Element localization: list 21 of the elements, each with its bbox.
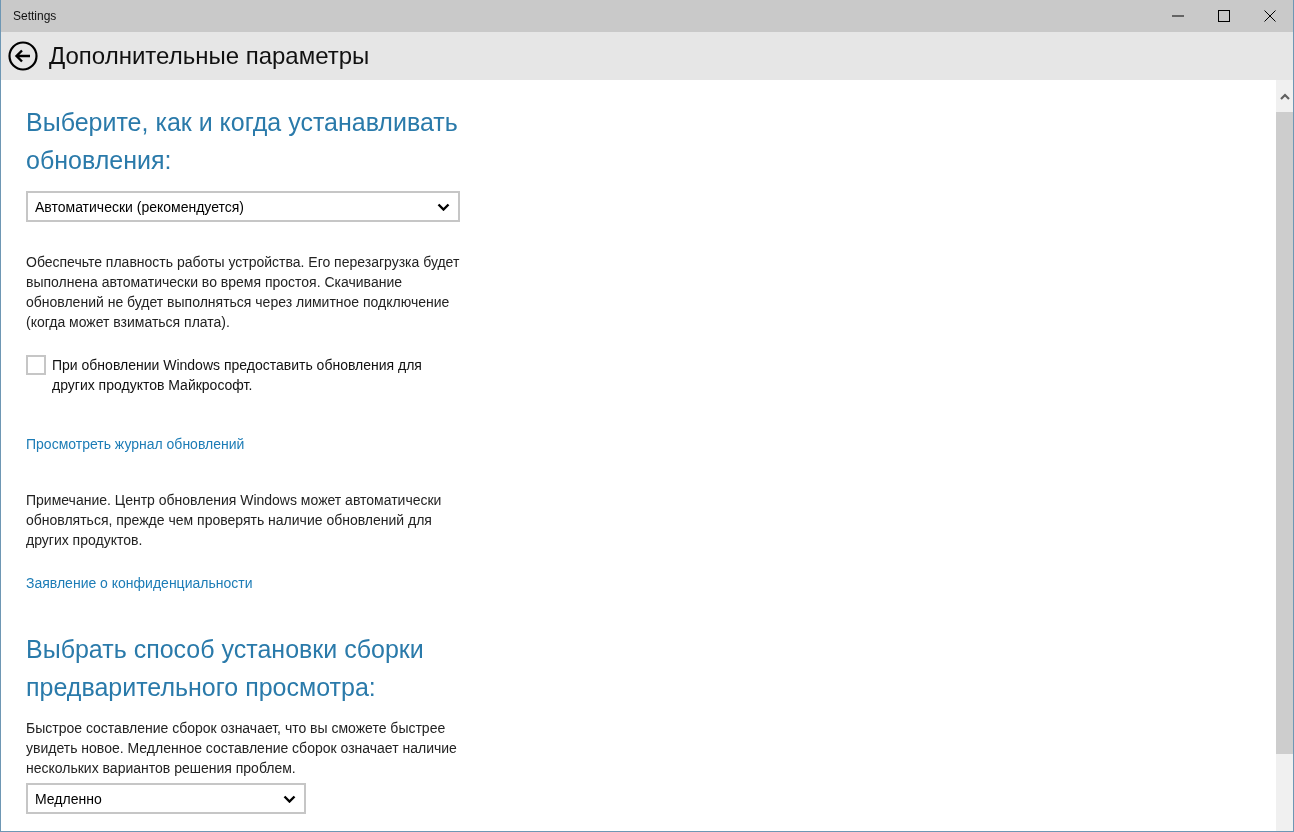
page-title: Дополнительные параметры: [49, 42, 370, 70]
minimize-icon: [1172, 15, 1184, 17]
section-heading: Выберите, как и когда устанавливать обновления:: [26, 107, 459, 176]
chevron-down-icon: [283, 794, 296, 803]
description-text: Быстрое составление сборок означает, что вы сможете быстрее увидеть новое. Медленное составление сборок означает наличие нескольких вариантов решения проблем.: [26, 719, 458, 778]
link[interactable]: Заявление о конфиденциальности: [26, 573, 253, 593]
checkbox-label: При обновлении Windows предоставить обновления для других продуктов Майкрософт.: [52, 356, 423, 395]
chevron-down-icon: [437, 202, 450, 211]
window-title: Settings: [12, 9, 58, 23]
back-icon: [8, 41, 38, 71]
caret-up-icon: [1279, 92, 1290, 100]
description-text: Примечание. Центр обновления Windows может автоматически обновляться, прежде чем проверять наличие обновлений для других продуктов.: [26, 491, 443, 550]
link[interactable]: Просмотреть журнал обновлений: [26, 434, 245, 454]
description-text: Обеспечьте плавность работы устройства. Его перезагрузка будет выполнена автоматически во время простоя. Скачивание обновлений не будет выполняться через лимитное подключение (когда может взиматься плата).: [26, 253, 461, 332]
dropdown[interactable]: Автоматически (рекомендуется): [26, 191, 460, 222]
back-button[interactable]: [7, 40, 39, 72]
maximize-icon: [1218, 10, 1230, 22]
dropdown[interactable]: Медленно: [26, 783, 306, 814]
close-icon: [1264, 10, 1276, 22]
checkbox[interactable]: [26, 355, 46, 375]
section-heading: Выбрать способ установки сборки предварительного просмотра:: [26, 634, 425, 703]
